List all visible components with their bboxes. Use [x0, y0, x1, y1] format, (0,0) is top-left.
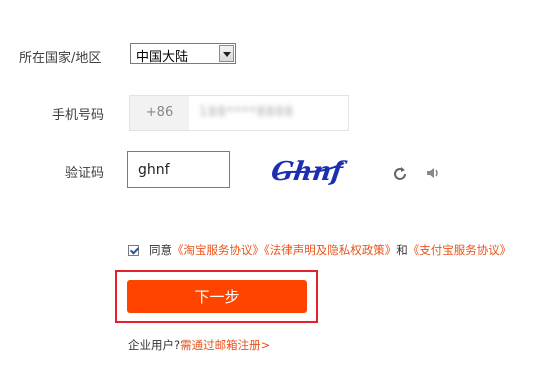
email-register-link[interactable]: 需通过邮箱注册> — [180, 338, 270, 352]
chevron-down-icon[interactable] — [219, 45, 234, 62]
phone-label: 手机号码 — [52, 108, 105, 123]
speaker-icon[interactable] — [425, 165, 441, 181]
captcha-input[interactable]: ghnf — [127, 151, 230, 188]
alipay-service-agreement-link[interactable]: 《支付宝服务协议》 — [408, 243, 512, 257]
phone-prefix: +86 — [130, 96, 189, 130]
refresh-icon[interactable] — [392, 166, 408, 182]
agreement-text: 同意《淘宝服务协议》《法律声明及隐私权政策》和《支付宝服务协议》 — [149, 242, 511, 258]
legal-privacy-policy-link[interactable]: 《法律声明及隐私权政策》 — [264, 243, 396, 257]
next-step-button[interactable]: 下一步 — [127, 280, 307, 313]
taobao-service-agreement-link[interactable]: 《淘宝服务协议》 — [172, 243, 264, 257]
enterprise-register: 企业用户?需通过邮箱注册> — [128, 337, 270, 353]
phone-value: 188****8888 — [199, 105, 294, 120]
phone-field[interactable]: +86 188****8888 — [129, 95, 349, 131]
agreement-and: 和 — [396, 243, 408, 257]
captcha-input-value: ghnf — [138, 162, 170, 178]
captcha-label: 验证码 — [65, 166, 105, 181]
agreement-checkbox[interactable] — [128, 245, 139, 256]
captcha-image[interactable]: Ghnf — [272, 153, 348, 187]
country-label: 所在国家/地区 — [19, 51, 102, 66]
enterprise-prefix: 企业用户? — [128, 338, 181, 352]
country-select-value: 中国大陆 — [136, 50, 189, 65]
country-select[interactable]: 中国大陆 — [130, 43, 236, 65]
agreement-prefix: 同意 — [149, 243, 172, 257]
